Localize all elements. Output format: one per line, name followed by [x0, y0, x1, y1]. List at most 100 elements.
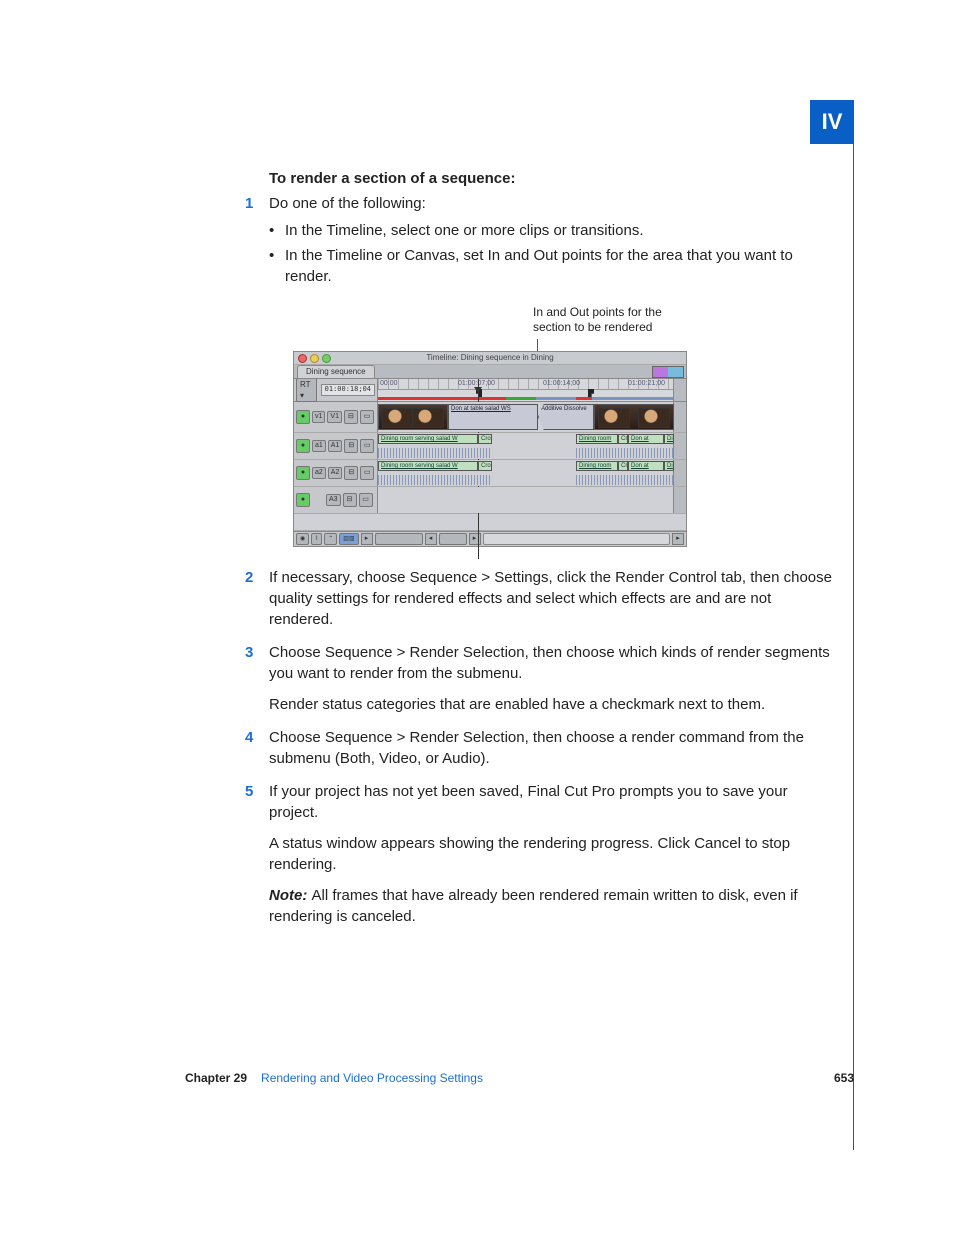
step-text: Do one of the following: — [269, 195, 426, 212]
bullet-item: In the Timeline or Canvas, set In and Ou… — [269, 245, 839, 287]
step-number: 5 — [245, 781, 253, 802]
zoom-icon[interactable] — [322, 354, 331, 363]
bullet-item: In the Timeline, select one or more clip… — [269, 220, 839, 241]
track-header-a1: ● a1 A1 ⊟ ▭ — [294, 433, 378, 459]
callout-leader — [537, 339, 538, 351]
track-body-v1[interactable]: Don at table salad WS Additive Dissolve — [378, 402, 673, 432]
audio-clip[interactable]: Dini — [664, 461, 674, 471]
auto-select-icon[interactable]: ● — [296, 410, 310, 424]
minimize-icon[interactable] — [310, 354, 319, 363]
rt-popup-button[interactable]: RT ▾ — [296, 378, 317, 402]
scroll-gutter — [673, 460, 686, 486]
audio-clip[interactable]: Dining room — [576, 434, 618, 444]
track-body-a3[interactable] — [378, 487, 673, 513]
timeline-window: Timeline: Dining sequence in Dining Dini… — [293, 351, 687, 547]
step-item: 2 If necessary, choose Sequence > Settin… — [245, 567, 839, 630]
mute-icon[interactable]: ▭ — [360, 466, 374, 480]
scroll-gutter — [673, 402, 686, 432]
dest-track-label[interactable]: V1 — [327, 411, 342, 423]
step-number: 1 — [245, 193, 253, 214]
sequence-tab[interactable]: Dining sequence — [297, 365, 375, 378]
nav-left-icon[interactable]: ◂ — [425, 533, 437, 545]
source-track-label[interactable]: a2 — [312, 467, 326, 479]
toggle-button[interactable]: ◉ — [296, 533, 309, 545]
audio-clip[interactable]: Dining room serving salad W — [378, 461, 478, 471]
out-point-marker[interactable] — [588, 389, 594, 397]
mute-icon[interactable]: ▭ — [360, 439, 374, 453]
current-timecode[interactable]: 01:00:18;04 — [321, 384, 375, 396]
waveform-icon — [576, 475, 674, 485]
mute-icon[interactable]: ▭ — [359, 493, 373, 507]
video-clip[interactable] — [594, 404, 674, 430]
step-followup: Render status categories that are enable… — [269, 694, 839, 715]
track-header-a2: ● a2 A2 ⊟ ▭ — [294, 460, 378, 486]
track-body-a1[interactable]: Dining room serving salad W Cro Dining r… — [378, 433, 673, 459]
lock-icon[interactable]: ⊟ — [344, 410, 358, 424]
track-body-a2[interactable]: Dining room serving salad W Cro Dining r… — [378, 460, 673, 486]
render-needs-red — [378, 397, 506, 400]
visibility-icon[interactable]: ▭ — [360, 410, 374, 424]
step-number: 4 — [245, 727, 253, 748]
scroll-right-icon[interactable]: ▸ — [361, 533, 373, 545]
scroll-gutter — [673, 487, 686, 513]
source-track-label[interactable]: v1 — [312, 411, 325, 423]
step-item: 5 If your project has not yet been saved… — [245, 781, 839, 927]
render-needs-red — [576, 397, 592, 400]
ruler-header: RT ▾ 01:00:18;04 — [294, 379, 378, 401]
dest-track-label[interactable]: A3 — [326, 494, 341, 506]
tab-row: Dining sequence — [294, 365, 686, 379]
lock-icon[interactable]: ⊟ — [343, 493, 357, 507]
audio-clip[interactable]: Dini — [664, 434, 674, 444]
track-height-button[interactable]: ▥▥ — [339, 533, 358, 545]
scroll-right-icon[interactable]: ▸ — [672, 533, 684, 545]
audio-clip[interactable]: Dining room — [576, 461, 618, 471]
procedure-heading: To render a section of a sequence: — [269, 170, 839, 187]
audio-clip[interactable]: Dining room serving salad W — [378, 434, 478, 444]
source-track-label[interactable]: a1 — [312, 440, 326, 452]
dest-track-label[interactable]: A1 — [328, 440, 343, 452]
lock-icon[interactable]: ⊟ — [344, 439, 358, 453]
timeline-ruler[interactable]: 00:00 01:00:07;00 01:00:14;00 01:00:21;0… — [378, 379, 673, 401]
horizontal-scrollbar[interactable] — [483, 533, 670, 545]
scroll-gutter — [673, 433, 686, 459]
audio-transition[interactable]: Cro — [478, 434, 492, 444]
lock-icon[interactable]: ⊟ — [344, 466, 358, 480]
footer-chapter: Chapter 29 — [185, 1071, 247, 1085]
footer-title: Rendering and Video Processing Settings — [261, 1071, 834, 1085]
toggle-snapping-button[interactable]: ⌃ — [324, 533, 337, 545]
audio-transition[interactable]: Cro — [618, 434, 628, 444]
auto-select-icon[interactable]: ● — [296, 493, 310, 507]
dest-track-label[interactable]: A2 — [328, 467, 343, 479]
auto-select-icon[interactable]: ● — [296, 466, 310, 480]
waveform-icon — [378, 448, 492, 458]
side-rule — [853, 100, 854, 1150]
step-followup: A status window appears showing the rend… — [269, 833, 839, 875]
ruler-tc: 01:00:14;00 — [543, 379, 580, 389]
track-header-a3: ● A3 ⊟ ▭ — [294, 487, 378, 513]
step-number: 2 — [245, 567, 253, 588]
track-header-v1: ● v1 V1 ⊟ ▭ — [294, 402, 378, 432]
toggle-linking-button[interactable]: ⌇ — [311, 533, 322, 545]
step-item: 4 Choose Sequence > Render Selection, th… — [245, 727, 839, 769]
traffic-lights — [298, 354, 331, 363]
video-clip-label[interactable]: Don at table salad WS — [448, 404, 538, 430]
figure-callout: In and Out points for the section to be … — [533, 305, 673, 335]
video-clip[interactable] — [378, 404, 448, 430]
auto-select-icon[interactable]: ● — [296, 439, 310, 453]
close-icon[interactable] — [298, 354, 307, 363]
scroll-gutter — [673, 379, 686, 401]
ruler-tc: 01:00:21;00 — [628, 379, 665, 389]
audio-transition[interactable]: Cro — [618, 461, 628, 471]
transition-clip[interactable]: Additive Dissolve — [538, 404, 594, 430]
audio-clip[interactable]: Don at table — [628, 461, 664, 471]
audio-clip[interactable]: Don at table — [628, 434, 664, 444]
timeline-bottom-bar: ◉ ⌇ ⌃ ▥▥ ▸ ◂ ▸ ▸ — [294, 531, 686, 546]
audio-transition[interactable]: Cro — [478, 461, 492, 471]
timeline-figure: In and Out points for the section to be … — [293, 305, 685, 547]
note-paragraph: Note: All frames that have already been … — [269, 885, 839, 927]
nav-field[interactable] — [439, 533, 467, 545]
color-swatch — [652, 366, 684, 378]
footer-page-number: 653 — [834, 1071, 854, 1085]
zoom-slider[interactable] — [375, 533, 423, 545]
step-text: Choose Sequence > Render Selection, then… — [269, 729, 804, 767]
